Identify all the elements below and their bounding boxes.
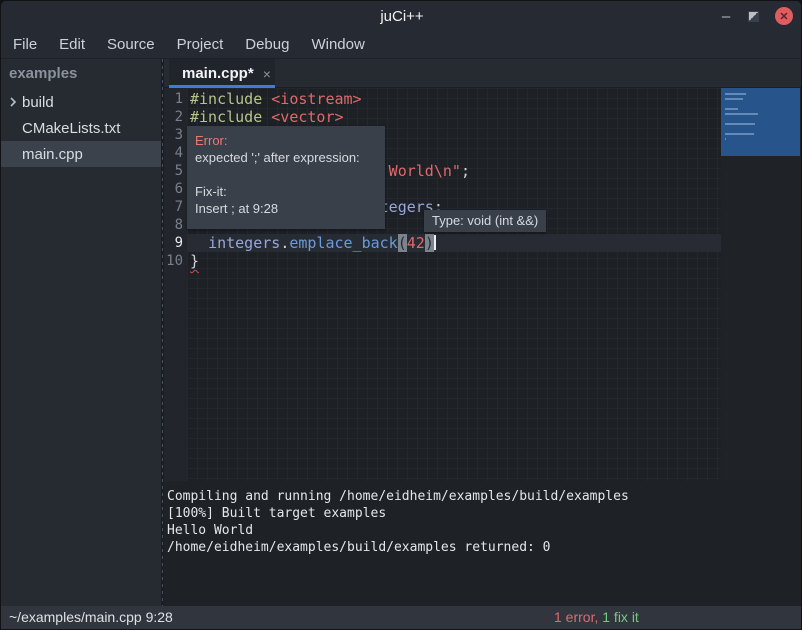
tree-item-build[interactable]: build: [1, 89, 161, 115]
window-title: juCi++: [380, 8, 423, 25]
main-area: examples build CMakeLists.txt main.cpp mai…: [1, 59, 802, 606]
code-segment: emplace_back: [289, 234, 397, 252]
minimap-viewport: [721, 88, 800, 156]
line-number: 5: [164, 162, 187, 180]
menu-item-window[interactable]: Window: [300, 31, 375, 58]
terminal-line: /home/eidheim/examples/build/examples re…: [167, 539, 802, 556]
menu-item-project[interactable]: Project: [166, 31, 235, 58]
code-segment: ;: [461, 162, 470, 180]
close-button[interactable]: ✕: [775, 7, 793, 25]
status-error-count: 1 error: [554, 609, 594, 625]
diagnostic-tooltip: Error:expected ';' after expression: Fix-…: [187, 126, 385, 229]
code-segment: (: [398, 234, 407, 252]
code-segment: #include: [190, 108, 271, 126]
menu-item-source[interactable]: Source: [96, 31, 166, 58]
code-segment: }: [190, 252, 199, 270]
status-bar: ~/examples/main.cpp 9:28 1 error, 1 fix …: [1, 606, 802, 630]
menu-item-file[interactable]: File: [2, 31, 48, 58]
line-number: 1: [164, 90, 187, 108]
terminal-line: Compiling and running /home/eidheim/exam…: [167, 488, 802, 505]
code-segment: .: [280, 234, 289, 252]
tab-strip: main.cpp* ×: [164, 59, 802, 88]
line-number: 7: [164, 198, 187, 216]
line-number: 9: [164, 234, 187, 252]
minimap-code-line: [725, 108, 738, 110]
minimap-code-line: [725, 133, 754, 135]
status-diagnostics: 1 error, 1 fix it: [554, 606, 639, 629]
file-tree-panel: examples build CMakeLists.txt main.cpp: [1, 59, 161, 606]
menu-item-debug[interactable]: Debug: [234, 31, 300, 58]
minimap-code-line: [725, 113, 758, 115]
code-segment: #include: [190, 90, 271, 108]
tooltip-text-line: expected ';' after expression:: [195, 149, 377, 166]
tree-item-cmakelists-txt[interactable]: CMakeLists.txt: [1, 115, 161, 141]
chevron-right-icon[interactable]: [8, 97, 22, 107]
tooltip-error-title: Error:: [195, 132, 377, 149]
code-line-10: }: [187, 252, 721, 270]
tooltip-text-line: Fix-it:: [195, 183, 377, 200]
project-name-label: examples: [1, 59, 161, 89]
editor-pane: main.cpp* × 12345678910 #include <iostre…: [164, 59, 802, 606]
text-cursor: [434, 235, 436, 250]
type-tooltip: Type: void (int &&): [424, 210, 546, 232]
code-segment: <vector>: [271, 108, 343, 126]
code-segment: [190, 234, 208, 252]
line-number: 3: [164, 126, 187, 144]
minimap-code-line: [725, 138, 726, 140]
code-segment: <iostream>: [271, 90, 361, 108]
status-fixit-count: 1 fix it: [602, 609, 639, 625]
terminal-line: [100%] Built target examples: [167, 505, 802, 522]
line-number: 8: [164, 216, 187, 234]
source-editor: 12345678910 #include <iostream>#include …: [164, 88, 802, 481]
tree-item-label: build: [22, 94, 54, 111]
minimap-code-line: [725, 93, 746, 95]
code-line-1: #include <iostream>: [187, 90, 721, 108]
minimap-code-line: [725, 98, 743, 100]
tab-main-cpp[interactable]: main.cpp* ×: [169, 59, 275, 88]
tooltip-text-line: Insert ; at 9:28: [195, 200, 377, 217]
menu-bar: FileEditSourceProjectDebugWindow: [1, 31, 802, 59]
line-number: 10: [164, 252, 187, 270]
line-number-gutter: 12345678910: [164, 88, 187, 481]
minimap-code-line: [725, 123, 755, 125]
tree-item-label: main.cpp: [22, 146, 83, 163]
menu-item-edit[interactable]: Edit: [48, 31, 96, 58]
restore-icon[interactable]: [748, 11, 759, 22]
code-segment: integers: [208, 234, 280, 252]
code-segment: ): [425, 234, 434, 252]
line-number: 6: [164, 180, 187, 198]
code-line-9: integers.emplace_back(42): [187, 234, 721, 252]
window-controls: – ✕: [720, 1, 793, 31]
code-line-2: #include <vector>: [187, 108, 721, 126]
minimize-button[interactable]: –: [720, 1, 732, 31]
tree-item-main-cpp[interactable]: main.cpp: [1, 141, 161, 167]
app-window: juCi++ – ✕ FileEditSourceProjectDebugWin…: [0, 0, 802, 630]
terminal-line: Hello World: [167, 522, 802, 539]
terminal-output[interactable]: Compiling and running /home/eidheim/exam…: [164, 481, 802, 606]
tab-label: main.cpp*: [182, 65, 254, 82]
tree-item-label: CMakeLists.txt: [22, 120, 120, 137]
code-segment: 42: [407, 234, 425, 252]
tooltip-text-line: [195, 166, 377, 183]
tab-close-icon[interactable]: ×: [263, 67, 271, 81]
title-bar: juCi++ – ✕: [1, 1, 802, 31]
minimap[interactable]: [721, 88, 802, 481]
status-file-location: ~/examples/main.cpp 9:28: [9, 606, 173, 629]
line-number: 2: [164, 108, 187, 126]
line-number: 4: [164, 144, 187, 162]
